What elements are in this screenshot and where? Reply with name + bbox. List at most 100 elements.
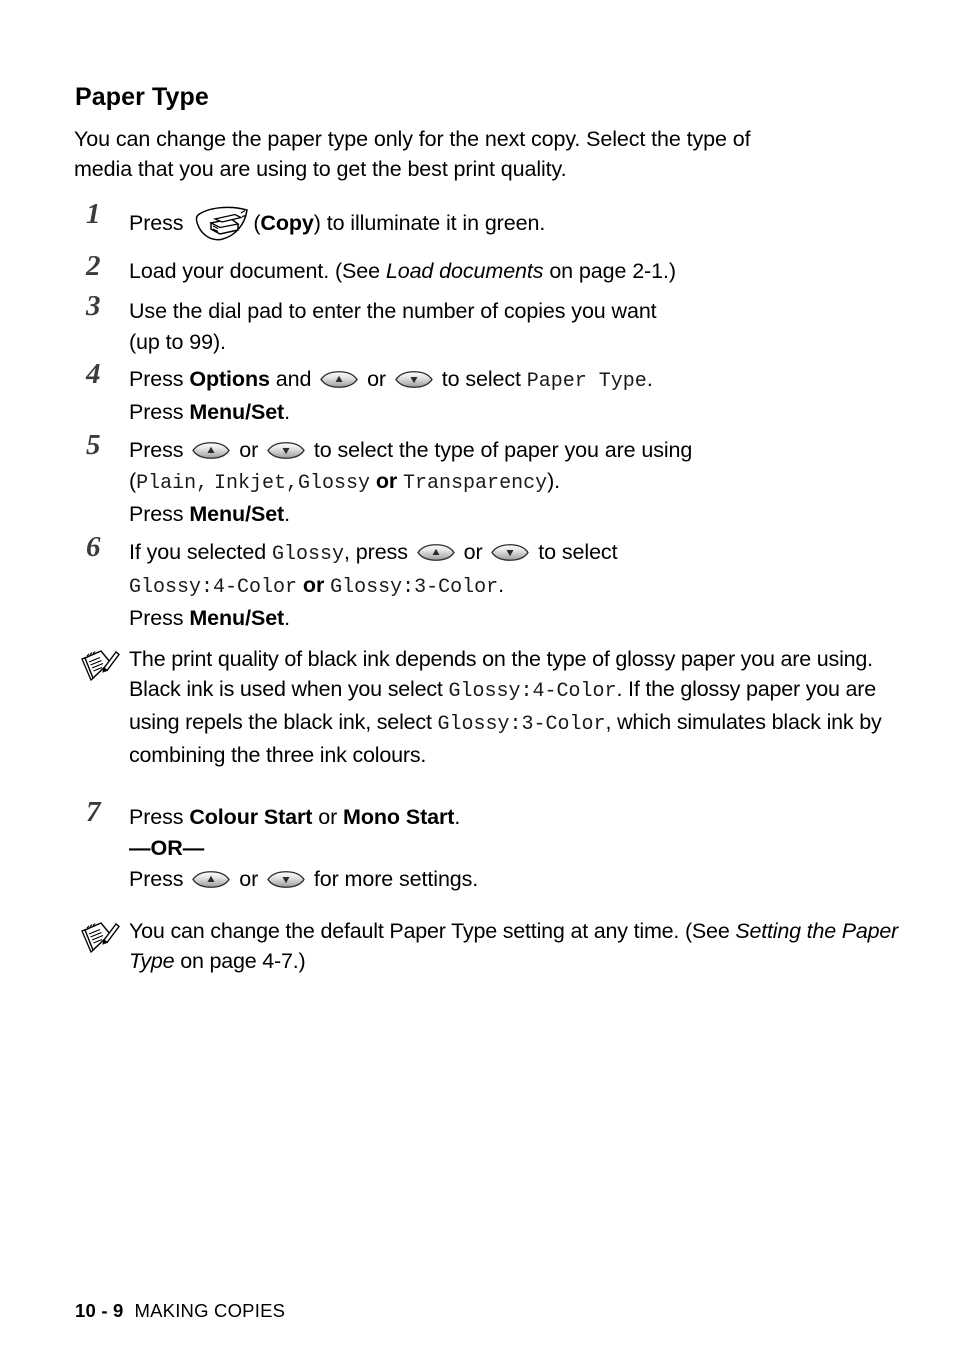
arrow-up-key-icon[interactable] <box>192 871 230 888</box>
step-5-paren-open: ( <box>129 469 137 493</box>
step-6-number: 6 <box>86 531 101 563</box>
step-4-to-select: to select <box>441 367 521 391</box>
step-4-period: . <box>646 367 653 391</box>
step-5-subline: Press Menu/Set. <box>129 499 914 530</box>
step-7-number: 7 <box>86 796 101 828</box>
menu-set-button-label[interactable]: Menu/Set <box>189 606 284 630</box>
step-1-press-label: Press <box>129 211 184 235</box>
step-7-text: Press Colour Start or Mono Start. <box>129 802 914 833</box>
step-6-to-select: to select <box>538 540 618 564</box>
page-footer: 10 - 9 MAKING COPIES <box>75 1300 285 1322</box>
lcd-option-glossy-4-color: Glossy:4-Color <box>129 576 298 599</box>
copy-key-icon[interactable] <box>193 204 251 242</box>
step-7-or: or <box>318 805 338 829</box>
step-3-line-2: (up to 99). <box>129 330 226 354</box>
step-2-reference: Load documents <box>385 259 544 283</box>
arrow-down-key-icon[interactable] <box>395 371 433 388</box>
step-6-options-line: Glossy:4-Color or Glossy:3-Color. <box>129 570 914 603</box>
step-4-sub-period: . <box>284 400 290 424</box>
step-6-or: or <box>463 540 483 564</box>
note-pencil-icon <box>78 920 120 958</box>
step-3-line-1: Use the dial pad to enter the number of … <box>129 299 657 323</box>
lcd-option-glossy-3-color: Glossy:3-Color <box>330 576 499 599</box>
step-5-sub-press: Press <box>129 502 184 526</box>
step-5-number: 5 <box>86 429 101 461</box>
step-6-comma-press: , press <box>344 540 408 564</box>
step-6-sub-press: Press <box>129 606 184 630</box>
step-2-number: 2 <box>86 250 101 282</box>
intro-paragraph: You can change the paper type only for t… <box>74 127 751 181</box>
step-4-press-label: Press <box>129 367 184 391</box>
step-6-or-bold: or <box>302 573 325 597</box>
step-4: 4 Press Options and or to select Paper T… <box>74 360 914 428</box>
step-3: 3 Use the dial pad to enter the number o… <box>74 292 914 358</box>
step-4-and: and <box>275 367 312 391</box>
step-7-sub-press: Press <box>129 867 184 891</box>
footer-section-title: MAKING COPIES <box>134 1300 286 1321</box>
step-5-or: or <box>239 438 259 462</box>
step-6: 6 If you selected Glossy, press or to se… <box>74 533 914 634</box>
step-1-number: 1 <box>86 198 101 230</box>
options-button-label[interactable]: Options <box>189 367 270 391</box>
colour-start-button-label[interactable]: Colour Start <box>189 805 312 829</box>
lcd-option-inkjet: Inkjet, <box>213 472 298 495</box>
step-3-number: 3 <box>86 290 101 322</box>
step-1-text: Press (Copy) to illuminate it in green. <box>129 204 914 242</box>
lcd-option-glossy: Glossy <box>272 543 345 566</box>
arrow-down-key-icon[interactable] <box>267 442 305 459</box>
step-5-or-bold: or <box>375 469 398 493</box>
step-6-sub-period: . <box>284 606 290 630</box>
note-default-paper-type: You can change the default Paper Type se… <box>74 916 924 976</box>
step-1: 1 Press (Copy) to illuminate it in green… <box>74 200 914 242</box>
menu-set-button-label[interactable]: Menu/Set <box>189 502 284 526</box>
note-2-segment-2: on page 4-7.) <box>180 949 306 973</box>
manual-page: Paper Type You can change the paper type… <box>0 0 954 1352</box>
step-7-or-divider: —OR— <box>129 836 205 860</box>
lcd-option-transparency: Transparency <box>403 472 548 495</box>
mono-start-button-label[interactable]: Mono Start <box>343 805 454 829</box>
menu-set-button-label[interactable]: Menu/Set <box>189 400 284 424</box>
note-glossy-ink-text: The print quality of black ink depends o… <box>129 644 924 770</box>
page-heading: Paper Type <box>75 83 209 111</box>
note-pencil-icon <box>78 648 120 686</box>
step-1-tail: to illuminate it in green. <box>326 211 546 235</box>
step-5-sub-period: . <box>284 502 290 526</box>
step-4-subline: Press Menu/Set. <box>129 397 914 428</box>
arrow-down-key-icon[interactable] <box>267 871 305 888</box>
footer-page-number: 10 - 9 <box>75 1300 124 1321</box>
step-5: 5 Press or to select the type of paper y… <box>74 431 914 530</box>
step-7-period: . <box>454 805 461 829</box>
arrow-up-key-icon[interactable] <box>192 442 230 459</box>
step-2: 2 Load your document. (See Load document… <box>74 252 914 287</box>
arrow-up-key-icon[interactable] <box>417 544 455 561</box>
step-4-number: 4 <box>86 358 101 390</box>
step-4-sub-press: Press <box>129 400 184 424</box>
step-7-press-label: Press <box>129 805 184 829</box>
lcd-option-glossy: Glossy <box>297 472 370 495</box>
lcd-option-plain: Plain, <box>136 472 209 495</box>
step-2-tail: on page 2-1.) <box>549 259 676 283</box>
step-6-period: . <box>498 573 504 597</box>
step-2-text: Load your document. (See Load documents … <box>129 256 914 287</box>
step-7: 7 Press Colour Start or Mono Start. —OR—… <box>74 798 914 895</box>
step-5-paren-close: ). <box>547 469 561 493</box>
step-4-or: or <box>367 367 386 391</box>
step-5-tail: to select the type of paper you are usin… <box>313 438 693 462</box>
step-5-options-line: (Plain, Inkjet,Glossy or Transparency). <box>129 466 914 499</box>
arrow-down-key-icon[interactable] <box>491 544 529 561</box>
lcd-text-paper-type: Paper Type <box>526 370 647 393</box>
step-5-press-label: Press <box>129 438 184 462</box>
step-6-text: If you selected Glossy, press or to sele… <box>129 537 914 570</box>
step-6-lead: If you selected <box>129 540 267 564</box>
step-1-paren-close: ) <box>313 211 321 235</box>
step-5-text: Press or to select the type of paper you… <box>129 435 914 466</box>
step-2-lead: Load your document. (See <box>129 259 380 283</box>
arrow-up-key-icon[interactable] <box>320 371 358 388</box>
step-7-sub-tail: for more settings. <box>313 867 479 891</box>
note-2-segment-1: You can change the default Paper Type se… <box>129 919 730 943</box>
lcd-option-glossy-4-color: Glossy:4-Color <box>448 680 617 703</box>
step-7-sub-or: or <box>239 867 259 891</box>
note-glossy-ink: The print quality of black ink depends o… <box>74 644 924 770</box>
step-7-subline: Press or for more settings. <box>129 864 914 895</box>
step-1-copy-label: Copy <box>260 211 314 235</box>
